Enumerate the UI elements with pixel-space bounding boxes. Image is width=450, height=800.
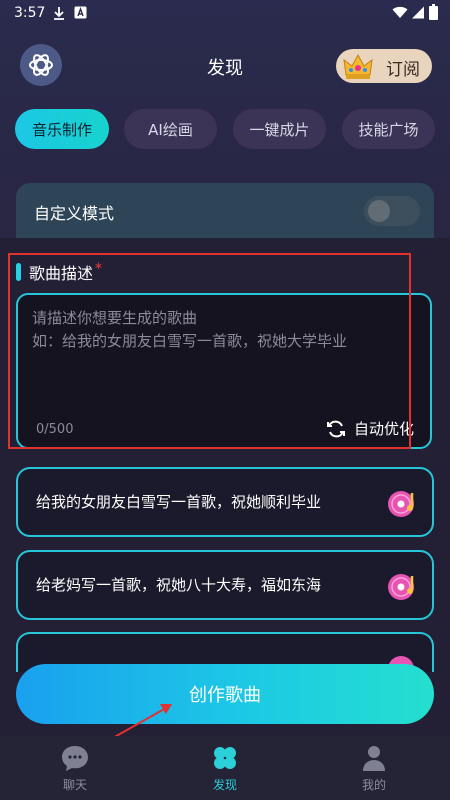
tab-skill-square[interactable]: 技能广场	[342, 109, 435, 149]
music-disc-icon	[388, 491, 414, 517]
custom-mode-label: 自定义模式	[34, 204, 115, 223]
tab-music-creation[interactable]: 音乐制作	[15, 109, 109, 149]
status-time: 3:57	[14, 5, 46, 21]
crown-icon	[343, 53, 373, 79]
nav-chat-label: 聊天	[62, 778, 87, 792]
subscribe-button[interactable]: 订阅	[336, 49, 432, 83]
toggle-knob	[368, 200, 390, 222]
app-notification-icon	[74, 6, 87, 19]
download-icon	[54, 7, 64, 20]
status-bar: 3:57	[0, 0, 450, 26]
tab-one-click-video[interactable]: 一键成片	[233, 109, 326, 149]
nav-profile[interactable]: 我的	[324, 736, 424, 800]
create-song-button[interactable]: 创作歌曲	[16, 664, 434, 724]
highlight-box	[8, 253, 411, 449]
nav-profile-label: 我的	[361, 778, 386, 792]
suggestion-item[interactable]: 给老妈写一首歌，祝她八十大寿，福如东海	[16, 550, 434, 620]
music-disc-icon	[388, 574, 414, 600]
wifi-icon	[392, 6, 408, 18]
nav-discover-label: 发现	[212, 778, 237, 792]
discover-clover-icon	[214, 747, 236, 769]
subscribe-label: 订阅	[386, 60, 420, 80]
bottom-navigation: 聊天 发现 我的	[0, 736, 450, 800]
suggestion-item[interactable]: 给我的女朋友白雪写一首歌，祝她顺利毕业	[16, 467, 434, 537]
custom-mode-toggle[interactable]	[364, 196, 420, 226]
nav-chat[interactable]: 聊天	[25, 736, 125, 800]
custom-mode-row: 自定义模式	[16, 183, 434, 241]
header: 发现 订阅	[0, 40, 450, 92]
nav-discover[interactable]: 发现	[175, 736, 275, 800]
tab-ai-painting[interactable]: AI绘画	[124, 109, 217, 149]
battery-icon	[429, 4, 438, 20]
category-tabs: 音乐制作 AI绘画 一键成片 技能广场	[15, 109, 435, 151]
suggestion-text: 给我的女朋友白雪写一首歌，祝她顺利毕业	[36, 493, 322, 511]
signal-icon	[412, 6, 424, 19]
chat-bubble-icon	[62, 746, 88, 771]
suggestion-text: 给老妈写一首歌，祝她八十大寿，福如东海	[36, 576, 322, 594]
user-icon	[363, 746, 385, 771]
